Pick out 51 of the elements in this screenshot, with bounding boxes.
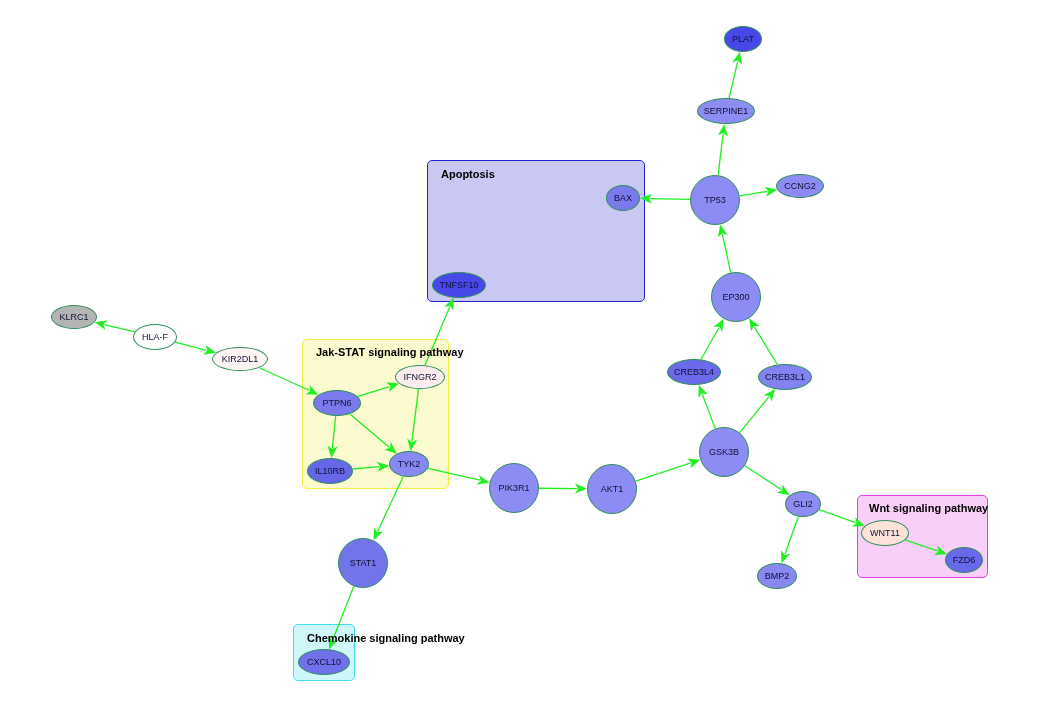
pathway-title: Apoptosis [441, 168, 495, 181]
gene-node: WNT11 [861, 520, 909, 546]
gene-node: PIK3R1 [489, 463, 539, 513]
gene-node: PTPN6 [313, 390, 361, 416]
connector-arrow [94, 320, 136, 333]
connector-arrow [635, 458, 701, 482]
connector-arrow [739, 186, 778, 197]
connector-arrow [349, 413, 397, 454]
gene-node: IFNGR2 [395, 365, 445, 389]
gene-node: EP300 [711, 272, 761, 322]
gene-node: KLRC1 [51, 305, 97, 329]
gene-node: STAT1 [338, 538, 388, 588]
gene-node: CREB3L4 [667, 359, 721, 385]
connector-arrow [717, 224, 732, 274]
gene-node: PLAT [724, 26, 762, 52]
gene-node: CCNG2 [776, 174, 824, 198]
connector-arrow [728, 51, 743, 99]
gene-node: FZD6 [945, 547, 983, 573]
gene-node: GLI2 [785, 491, 821, 517]
connector-arrow [407, 388, 420, 452]
gene-node: CREB3L1 [758, 364, 812, 390]
connector-arrow [698, 384, 716, 430]
connector-arrow [327, 415, 338, 458]
connector-arrow [427, 467, 490, 485]
connector-arrow [538, 483, 587, 494]
gene-node: BMP2 [757, 563, 797, 589]
gene-node: AKT1 [587, 464, 637, 514]
connector-arrow [700, 318, 724, 361]
connector-arrow [749, 318, 778, 366]
connector-arrow [258, 367, 319, 395]
connector-arrow [352, 461, 390, 472]
connector-arrow [373, 475, 404, 541]
gene-node: BAX [606, 185, 640, 211]
gene-node: KIR2DL1 [212, 347, 268, 371]
connector-arrow [357, 382, 400, 398]
connector-arrow [744, 465, 790, 496]
connector-arrow [904, 539, 947, 556]
gene-node: HLA-F [133, 324, 177, 350]
gene-node: SERPINE1 [697, 98, 755, 124]
connector-arrow [717, 124, 728, 176]
connector-arrow [818, 509, 865, 527]
gene-node: GSK3B [699, 427, 749, 477]
gene-node: TYK2 [389, 451, 429, 477]
gene-node: TP53 [690, 175, 740, 225]
connector-arrow [174, 341, 217, 355]
gene-node: CXCL10 [298, 649, 350, 675]
connector-arrow [739, 389, 776, 434]
gene-node: IL10RB [307, 458, 353, 484]
connector-arrow [640, 193, 691, 204]
connector-arrow [780, 515, 800, 564]
gene-node: TNFSF10 [432, 272, 486, 298]
